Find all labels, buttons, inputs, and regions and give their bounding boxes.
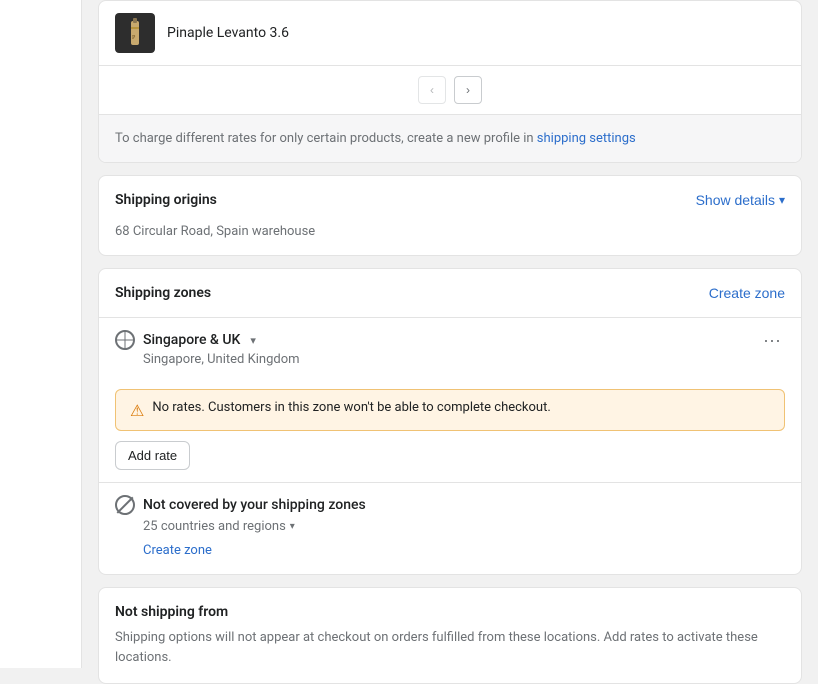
next-page-button[interactable]: ›: [454, 76, 482, 104]
product-thumbnail: P: [115, 13, 155, 53]
sidebar: [0, 0, 82, 668]
warning-icon: ⚠: [130, 401, 144, 420]
not-covered-create-zone-link[interactable]: Create zone: [143, 543, 212, 558]
zone-more-button[interactable]: ···: [759, 331, 785, 349]
prev-icon: ‹: [430, 83, 434, 97]
product-image-icon: P: [123, 17, 147, 49]
prev-page-button[interactable]: ‹: [418, 76, 446, 104]
zone-row-singapore-uk: Singapore & UK ▾ ··· Singapore, United K…: [99, 317, 801, 379]
shipping-origin-address: 68 Circular Road, Spain warehouse: [99, 224, 801, 255]
zone-name: Singapore & UK: [143, 332, 240, 348]
product-row: P Pinaple Levanto 3.6: [99, 1, 801, 65]
pagination-row: ‹ ›: [99, 65, 801, 114]
warning-text: No rates. Customers in this zone won't b…: [152, 400, 550, 415]
next-icon: ›: [466, 83, 470, 97]
not-shipping-desc: Shipping options will not appear at chec…: [115, 628, 785, 667]
shipping-origins-card: Shipping origins Show details ▾ 68 Circu…: [98, 175, 802, 256]
main-content: P Pinaple Levanto 3.6 ‹ › To charge diff…: [82, 0, 818, 684]
product-name: Pinaple Levanto 3.6: [167, 25, 289, 41]
page-wrapper: P Pinaple Levanto 3.6 ‹ › To charge diff…: [0, 0, 818, 684]
not-covered-create: Create zone: [143, 542, 785, 558]
zone-countries: Singapore, United Kingdom: [143, 352, 785, 367]
no-rates-warning: ⚠ No rates. Customers in this zone won't…: [115, 389, 785, 431]
add-rate-button[interactable]: Add rate: [115, 441, 190, 470]
create-zone-button[interactable]: Create zone: [709, 285, 785, 301]
not-covered-sub: 25 countries and regions ▾: [143, 519, 785, 534]
shipping-origins-header: Shipping origins Show details ▾: [99, 176, 801, 224]
settings-note: To charge different rates for only certa…: [99, 114, 801, 162]
show-details-button[interactable]: Show details ▾: [696, 192, 785, 208]
shipping-zones-card: Shipping zones Create zone Singapore & U…: [98, 268, 802, 575]
settings-note-text: To charge different rates for only certa…: [115, 131, 537, 146]
not-shipping-title: Not shipping from: [115, 604, 785, 620]
countries-count-label: 25 countries and regions: [143, 519, 286, 534]
zone-top: Singapore & UK ▾ ···: [115, 330, 785, 350]
not-covered-name: Not covered by your shipping zones: [143, 497, 366, 513]
shipping-zones-title: Shipping zones: [115, 285, 211, 301]
product-card: P Pinaple Levanto 3.6 ‹ › To charge diff…: [98, 0, 802, 163]
shipping-origins-title: Shipping origins: [115, 192, 217, 208]
not-covered-top: Not covered by your shipping zones: [115, 495, 785, 515]
countries-chevron-icon: ▾: [290, 521, 295, 532]
zone-chevron: ▾: [250, 334, 256, 347]
zone-left: Singapore & UK ▾: [115, 330, 256, 350]
not-covered-zone: Not covered by your shipping zones 25 co…: [99, 482, 801, 574]
shipping-settings-link[interactable]: shipping settings: [537, 131, 636, 146]
show-details-chevron: ▾: [779, 193, 785, 207]
not-shipping-card: Not shipping from Shipping options will …: [98, 587, 802, 684]
shipping-zones-header: Shipping zones Create zone: [99, 269, 801, 317]
globe-icon: [115, 330, 135, 350]
show-details-label: Show details: [696, 192, 775, 208]
no-ship-icon: [115, 495, 135, 515]
